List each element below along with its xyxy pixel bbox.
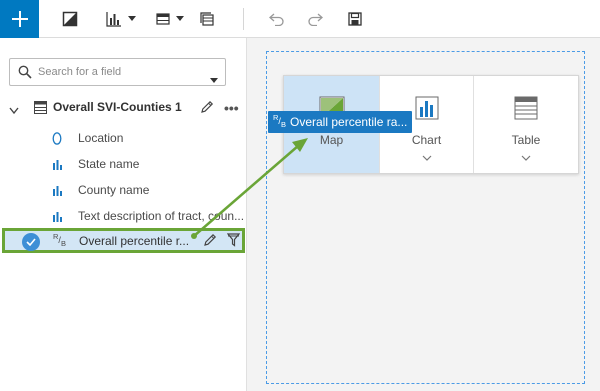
undo-button[interactable] — [268, 0, 286, 38]
field-row-location[interactable]: Location — [0, 126, 247, 150]
plus-icon — [11, 11, 28, 27]
table-icon — [156, 13, 170, 25]
search-placeholder: Search for a field — [38, 66, 122, 78]
basemap-icon — [62, 11, 78, 27]
dataset-row[interactable]: Overall SVI-Counties 1 ••• — [0, 96, 247, 120]
dragged-field-chip[interactable]: R/B Overall percentile ra... — [268, 111, 412, 133]
pencil-icon[interactable] — [200, 100, 214, 119]
pencil-icon[interactable] — [203, 233, 217, 252]
toolbar — [0, 0, 600, 38]
duplicate-icon — [200, 12, 214, 26]
chevron-down-icon[interactable] — [422, 155, 432, 161]
redo-icon — [308, 13, 323, 26]
redo-button[interactable] — [306, 0, 324, 38]
string-field-icon — [50, 183, 64, 197]
dataset-name: Overall SVI-Counties 1 — [53, 100, 182, 114]
selected-field-row[interactable]: R/B Overall percentile r... — [2, 228, 245, 253]
rate-ratio-icon: R/B — [53, 232, 66, 248]
search-icon — [18, 65, 32, 84]
field-label: Text description of tract, coun... — [78, 209, 245, 223]
field-label: Overall percentile r... — [79, 234, 190, 248]
location-icon — [50, 131, 64, 145]
basemap-button[interactable] — [60, 0, 80, 38]
field-row-text-description[interactable]: Text description of tract, coun... — [0, 204, 247, 228]
caret-down-icon — [176, 16, 184, 21]
add-button[interactable] — [0, 0, 39, 38]
dragged-field-label: Overall percentile ra... — [290, 115, 408, 129]
map-label: Map — [319, 133, 344, 147]
field-label: Location — [78, 131, 124, 145]
string-field-icon — [50, 157, 64, 171]
undo-icon — [269, 13, 284, 26]
bar-chart-icon — [106, 12, 121, 27]
duplicate-page-button[interactable] — [198, 0, 216, 38]
chart-icon — [415, 96, 439, 120]
table-label: Table — [511, 133, 541, 147]
save-button[interactable] — [346, 0, 364, 38]
table-icon — [514, 96, 538, 120]
field-label: County name — [78, 183, 150, 197]
chart-menu-button[interactable] — [104, 0, 138, 38]
checkmark-icon[interactable] — [22, 233, 40, 251]
save-icon — [348, 12, 362, 26]
field-row-county-name[interactable]: County name — [0, 178, 247, 202]
data-pane: Search for a field Overall SVI-Counties … — [0, 38, 247, 391]
search-field[interactable]: Search for a field — [9, 58, 226, 86]
dataset-table-icon — [34, 101, 47, 119]
rate-ratio-icon: R/B — [273, 113, 286, 129]
field-row-state-name[interactable]: State name — [0, 152, 247, 176]
table-drop-target[interactable]: Table — [473, 76, 578, 173]
chevron-down-icon[interactable] — [521, 155, 531, 161]
filter-icon[interactable] — [226, 233, 241, 252]
dropdown-caret-icon[interactable] — [210, 70, 218, 88]
string-field-icon — [50, 209, 64, 223]
toolbar-divider — [243, 8, 244, 30]
caret-down-icon — [128, 16, 136, 21]
more-options-icon[interactable]: ••• — [224, 100, 239, 116]
field-label: State name — [78, 157, 140, 171]
chevron-down-icon[interactable] — [9, 102, 19, 120]
chart-label: Chart — [411, 133, 442, 147]
table-menu-button[interactable] — [153, 0, 187, 38]
